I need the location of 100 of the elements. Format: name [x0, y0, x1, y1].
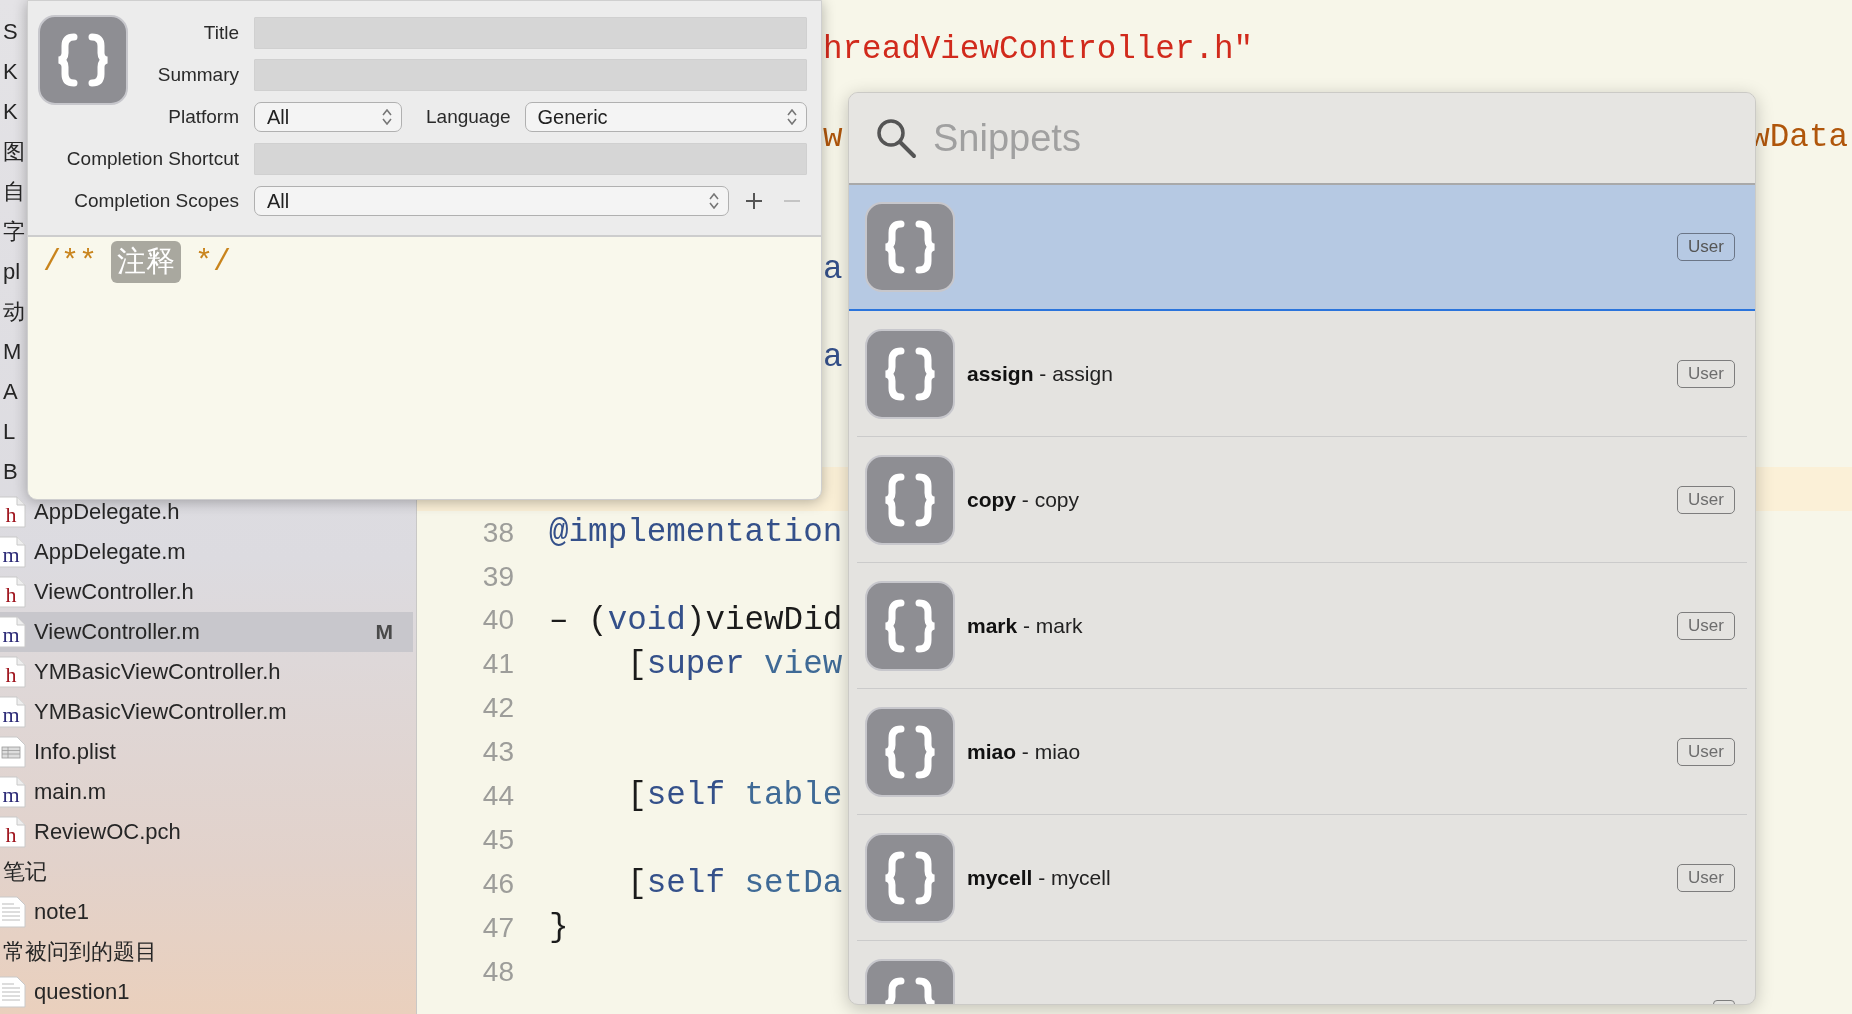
navigator-row[interactable]: Info.plist [0, 732, 413, 772]
source-file-icon: m [0, 616, 26, 648]
code-text: w [823, 119, 843, 157]
file-name: YMBasicViewController.m [34, 699, 287, 725]
line-number: 48 [481, 955, 514, 988]
code-text: hreadViewController.h" [823, 31, 1254, 69]
scope-tag: User [1677, 360, 1735, 388]
scope-tag: User [1677, 738, 1735, 766]
add-icon[interactable] [745, 192, 763, 210]
summary-field[interactable] [254, 59, 807, 91]
completion-shortcut-field[interactable] [254, 143, 807, 175]
file-name: Info.plist [34, 739, 116, 765]
scope-tag: User [1677, 486, 1735, 514]
code-text: /** [43, 245, 97, 279]
snippet-title: mark - mark [967, 614, 1083, 638]
file-name: ReviewOC.pch [34, 819, 181, 845]
field-label: Language [426, 106, 511, 128]
code-text: – ( [549, 601, 608, 639]
snippet-row[interactable]: mark - mark User [849, 563, 1755, 689]
file-name: question1 [34, 979, 130, 1005]
source-file-icon: m [0, 696, 26, 728]
file-name: AppDelegate.h [34, 499, 180, 525]
header-file-icon: h [0, 576, 26, 608]
code-text: */ [195, 245, 232, 279]
code-text: void [607, 601, 686, 639]
code-text: @implementation [549, 514, 843, 552]
navigator-row[interactable]: m ViewController.m M [0, 612, 413, 652]
code-text: view [763, 645, 843, 683]
snippet-title: mycell - mycell [967, 866, 1111, 890]
code-text: [ [626, 865, 647, 903]
code-text: self [646, 777, 725, 815]
title-field[interactable] [254, 17, 807, 49]
field-label: Completion Shortcut [66, 148, 239, 170]
modified-status: M [375, 620, 393, 644]
navigator-row[interactable]: h AppDelegate.h [0, 492, 413, 532]
braces-icon [865, 707, 955, 797]
completion-scopes-select[interactable]: All [254, 186, 729, 216]
braces-icon [865, 833, 955, 923]
scope-tag: User [1677, 864, 1735, 892]
group-name: 字 [2, 218, 25, 246]
field-label: Summary [157, 64, 239, 86]
navigator-row[interactable]: m YMBasicViewController.m [0, 692, 413, 732]
code-text: a [823, 338, 843, 376]
snippet-row[interactable]: User [849, 185, 1755, 311]
header-file-icon: h [0, 656, 26, 688]
snippet-row[interactable]: assign - assign User [849, 311, 1755, 437]
platform-select[interactable]: All [254, 102, 402, 132]
language-select[interactable]: Generic [524, 102, 807, 132]
file-name: AppDelegate.m [34, 539, 186, 565]
navigator-row[interactable]: m AppDelegate.m [0, 532, 413, 572]
code-text: } [549, 909, 569, 947]
braces-icon [865, 202, 955, 292]
header-file-icon: h [0, 816, 26, 848]
braces-icon [865, 329, 955, 419]
line-number: 44 [481, 779, 514, 812]
file-name: YMBasicViewController.h [34, 659, 281, 685]
stepper-icon [708, 191, 720, 211]
line-number: 42 [481, 692, 514, 725]
line-number: 39 [481, 560, 514, 593]
source-file-icon: m [0, 536, 26, 568]
braces-icon [38, 15, 128, 105]
code-text: [ [626, 777, 647, 815]
code-text: super [646, 645, 745, 683]
navigator-row[interactable]: 笔记 [0, 852, 413, 892]
braces-icon [865, 581, 955, 671]
navigator-row[interactable]: note1 [0, 892, 413, 932]
snippet-row[interactable]: copy - copy User [849, 437, 1755, 563]
snippet-row[interactable]: mycell - mycell User [849, 815, 1755, 941]
field-label: Completion Scopes [74, 190, 239, 212]
navigator-row[interactable]: h YMBasicViewController.h [0, 652, 413, 692]
code-text: )viewDid [685, 601, 843, 639]
line-number: 40 [481, 604, 514, 637]
source-file-icon: m [0, 776, 26, 808]
file-name: ViewController.m [34, 619, 200, 645]
line-number: 38 [481, 516, 514, 549]
code-text: [ [626, 645, 647, 683]
group-name: A [2, 379, 18, 405]
braces-icon [865, 455, 955, 545]
group-name: 常被问到的题目 [2, 938, 157, 966]
snippet-row[interactable]: miao - miao User [849, 689, 1755, 815]
header-file-icon: h [0, 496, 26, 528]
line-number: 46 [481, 867, 514, 900]
group-name: L [2, 419, 16, 445]
file-name: main.m [34, 779, 107, 805]
navigator-row[interactable]: question1 [0, 972, 413, 1012]
code-text: self [646, 865, 725, 903]
navigator-row[interactable]: m main.m [0, 772, 413, 812]
stepper-icon [381, 107, 393, 127]
scope-tag: User [1677, 233, 1735, 261]
stepper-icon [786, 107, 798, 127]
file-name: ViewController.h [34, 579, 194, 605]
group-name: B [2, 459, 18, 485]
snippet-title: miao - miao [967, 740, 1081, 764]
field-label: Platform [168, 106, 239, 128]
search-icon [875, 117, 917, 159]
group-name: 笔记 [2, 858, 47, 886]
navigator-row[interactable]: h ReviewOC.pch [0, 812, 413, 852]
navigator-row[interactable]: 常被问到的题目 [0, 932, 413, 972]
navigator-row[interactable]: h ViewController.h [0, 572, 413, 612]
scope-tag: User [1677, 612, 1735, 640]
